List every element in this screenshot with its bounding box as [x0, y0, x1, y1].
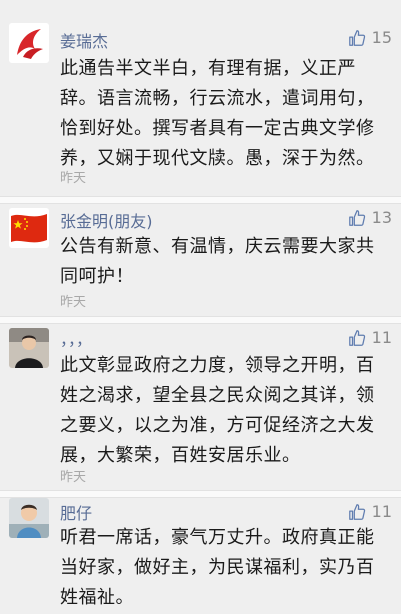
thumbs-up-icon: [348, 209, 365, 226]
timestamp: 昨天: [60, 171, 87, 186]
comment-card: 张金明(朋友) 13 公告有新意、有温情，庆云需要大家共 同呵护！ 昨天: [0, 204, 401, 316]
comment-feed: 姜瑞杰 15 此通告半文半白，有理有据，义正严 辞。语言流畅，行云流水，遣词用句…: [0, 0, 401, 614]
comment-card: 姜瑞杰 15 此通告半文半白，有理有据，义正严 辞。语言流畅，行云流水，遣词用句…: [0, 0, 401, 196]
thumbs-up-icon: [348, 29, 365, 46]
like-count: 11: [371, 328, 392, 347]
divider: [0, 316, 401, 324]
comment-text: 公告有新意、有温情，庆云需要大家共 同呵护！: [60, 236, 375, 287]
avatar[interactable]: [9, 328, 49, 368]
avatar[interactable]: [9, 23, 49, 63]
like-count: 15: [371, 28, 392, 47]
like-count: 13: [371, 208, 392, 227]
divider: [0, 196, 401, 204]
user-name[interactable]: 张金明(朋友): [60, 208, 153, 232]
like-count: 11: [371, 502, 392, 521]
comment-card: 肥仔 11 听君一席话，豪气万丈升。政府真正能 当好家，做好主，为民谋福利，实乃…: [0, 498, 401, 614]
person-photo-icon: [9, 328, 49, 368]
thumbs-up-icon: [348, 503, 365, 520]
thumbs-up-icon: [348, 329, 365, 346]
comment-text: 此文彰显政府之力度，领导之开明，百 姓之渴求，望全县之民众阅之其详，领 之要义，…: [60, 355, 375, 466]
china-flag-icon: [9, 208, 49, 248]
user-name[interactable]: 姜瑞杰: [60, 28, 108, 52]
like-button[interactable]: 15: [348, 28, 392, 47]
user-name[interactable]: 肥仔: [60, 500, 92, 524]
user-name[interactable]: ，，，: [60, 326, 92, 350]
timestamp: 昨天: [60, 295, 87, 310]
like-button[interactable]: 11: [348, 328, 392, 347]
like-button[interactable]: 11: [348, 502, 392, 521]
comment-card: ，，， 11 此文彰显政府之力度，领导之开明，百 姓之渴求，望全县之民众阅之其详…: [0, 324, 401, 490]
comment-text: 此通告半文半白，有理有据，义正严 辞。语言流畅，行云流水，遣词用句， 恰到好处。…: [60, 58, 375, 169]
divider: [0, 490, 401, 498]
like-button[interactable]: 13: [348, 208, 392, 227]
red-flame-icon: [9, 23, 49, 63]
comment-text: 听君一席话，豪气万丈升。政府真正能 当好家，做好主，为民谋福利，实乃百 姓福祉。: [60, 527, 375, 608]
timestamp: 昨天: [60, 470, 87, 485]
avatar[interactable]: [9, 208, 49, 248]
avatar[interactable]: [9, 498, 49, 538]
child-photo-icon: [9, 498, 49, 538]
